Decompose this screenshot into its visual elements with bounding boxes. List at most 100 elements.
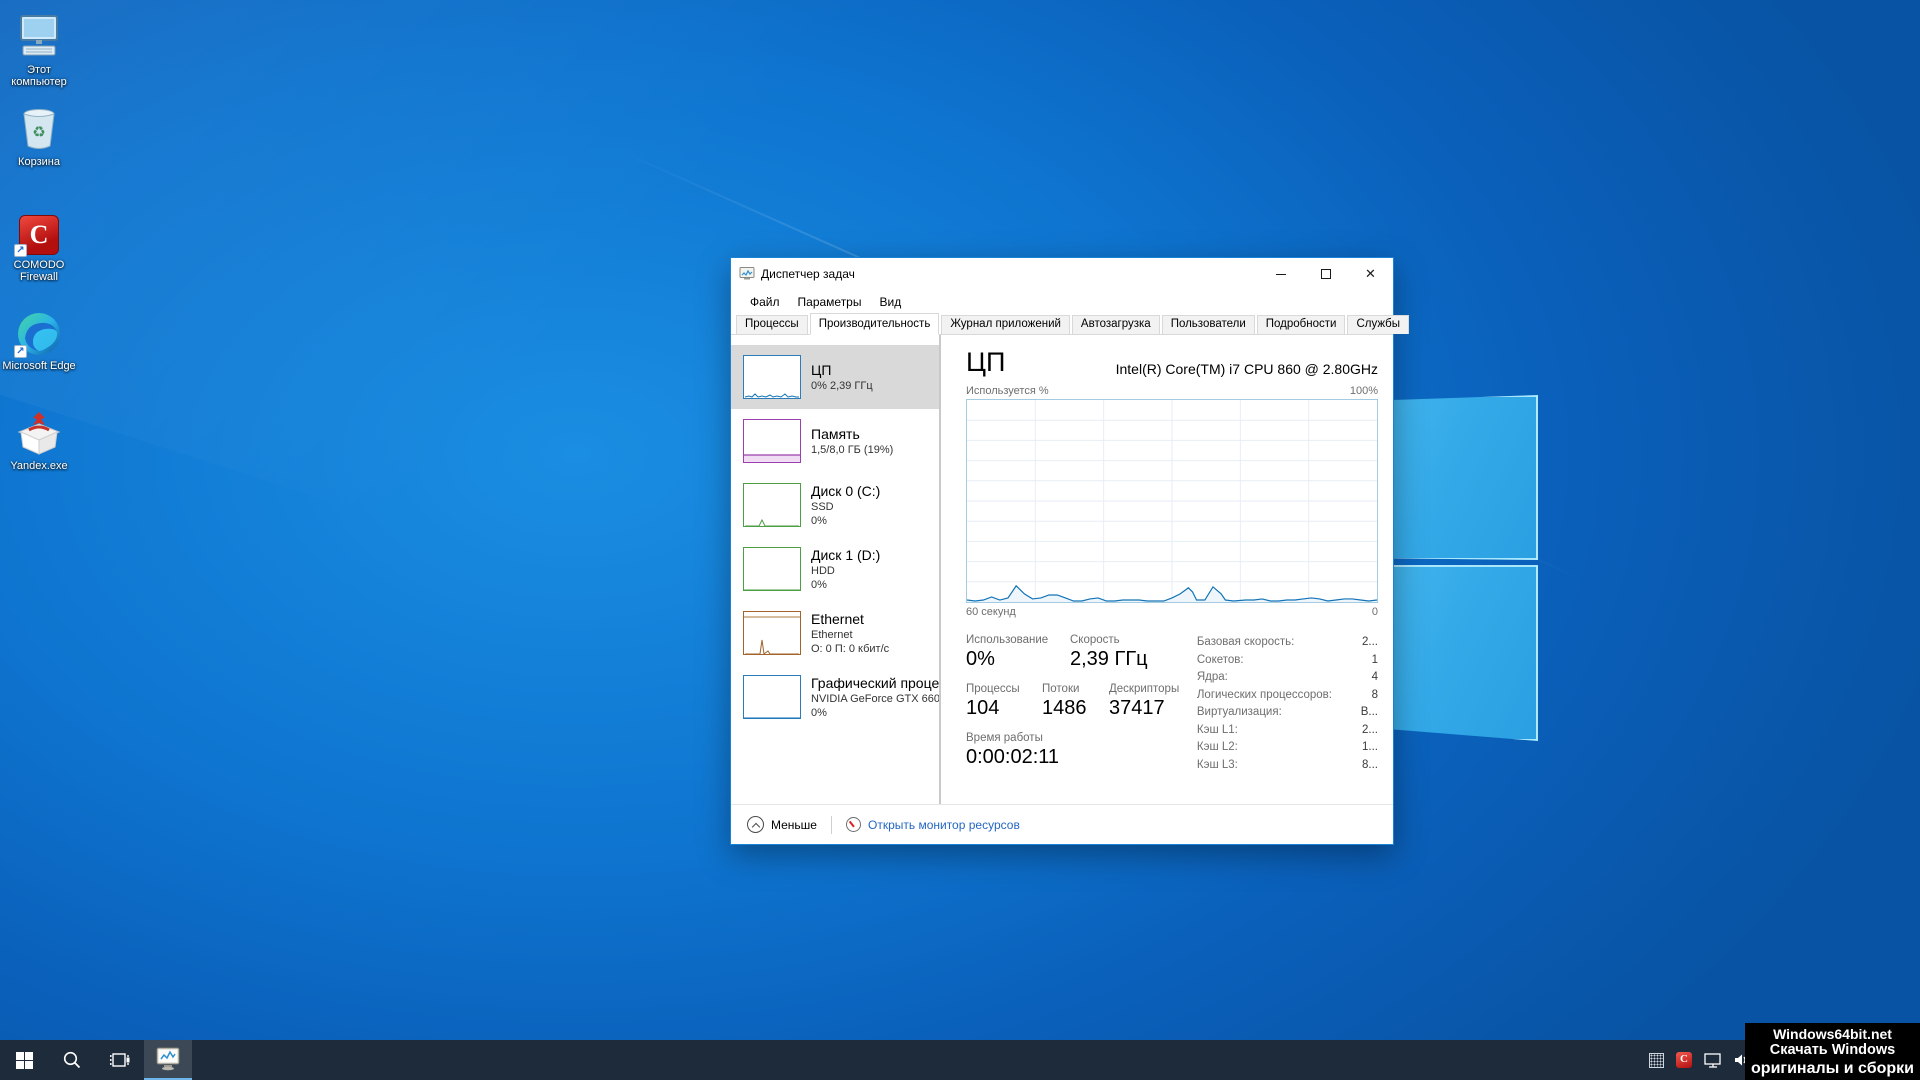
stat-value: 8: [1372, 687, 1378, 705]
tab-processes[interactable]: Процессы: [736, 315, 808, 334]
menu-file[interactable]: Файл: [741, 292, 789, 312]
menu-bar: Файл Параметры Вид: [731, 290, 1393, 313]
footer-bar: Меньше Открыть монитор ресурсов: [731, 804, 1393, 844]
task-view-button[interactable]: [96, 1040, 144, 1080]
title-bar[interactable]: Диспетчер задач ✕: [731, 258, 1393, 290]
performance-sidebar: ЦП 0% 2,39 ГГц Память 1,5/8,0 ГБ (19%): [731, 335, 941, 804]
tab-app-history[interactable]: Журнал приложений: [941, 315, 1070, 334]
tab-performance[interactable]: Производительность: [810, 313, 940, 335]
ethernet-mini-graph: [743, 611, 801, 655]
stat-value-usage: 0%: [966, 648, 1070, 671]
stat-label: Использование: [966, 634, 1070, 646]
task-manager-window: Диспетчер задач ✕ Файл Параметры Вид Про…: [730, 257, 1394, 845]
desktop-icon-label: Корзина: [0, 156, 78, 168]
tab-users[interactable]: Пользователи: [1162, 315, 1255, 334]
cpu-model-name: Intel(R) Core(TM) i7 CPU 860 @ 2.80GHz: [1116, 361, 1378, 377]
desktop-icon-label: Microsoft Edge: [0, 360, 78, 372]
memory-mini-graph: [743, 419, 801, 463]
start-button[interactable]: [0, 1040, 48, 1080]
menu-view[interactable]: Вид: [870, 292, 910, 312]
stat-value-processes: 104: [966, 697, 1042, 720]
svg-text:♻: ♻: [32, 124, 45, 141]
edge-icon: ↗: [0, 308, 78, 356]
taskbar-app-task-manager[interactable]: [144, 1040, 192, 1080]
task-view-icon: [110, 1052, 130, 1068]
desktop-icon-label: COMODO Firewall: [0, 259, 78, 283]
desktop-icon-this-pc[interactable]: Этот компьютер: [0, 12, 78, 88]
stat-label: Кэш L2:: [1197, 739, 1238, 757]
stat-value: 4: [1372, 669, 1378, 687]
graph-y-label: Используется %: [966, 385, 1049, 397]
stat-label: Сокетов:: [1197, 652, 1244, 670]
stat-label: Кэш L3:: [1197, 757, 1238, 775]
close-button[interactable]: ✕: [1348, 258, 1393, 290]
footer-divider: [831, 816, 832, 834]
sidebar-item-cpu[interactable]: ЦП 0% 2,39 ГГц: [731, 345, 941, 409]
stat-label: Процессы: [966, 683, 1042, 695]
desktop-icon-comodo[interactable]: C ↗ COMODO Firewall: [0, 207, 78, 283]
cpu-detail-panel: ЦП Intel(R) Core(TM) i7 CPU 860 @ 2.80GH…: [941, 335, 1393, 804]
sidebar-item-disk1[interactable]: Диск 1 (D:) HDD 0%: [731, 537, 941, 601]
menu-options[interactable]: Параметры: [789, 292, 871, 312]
stat-label: Логических процессоров:: [1197, 687, 1332, 705]
cpu-mini-graph: [743, 355, 801, 399]
tab-startup[interactable]: Автозагрузка: [1072, 315, 1160, 334]
sidebar-item-disk0[interactable]: Диск 0 (C:) SSD 0%: [731, 473, 941, 537]
stat-value-handles: 37417: [1109, 697, 1179, 720]
fewer-details-button[interactable]: Меньше: [741, 812, 823, 837]
stat-label: Ядра:: [1197, 669, 1228, 687]
search-button[interactable]: [48, 1040, 96, 1080]
stat-value: 1: [1372, 652, 1378, 670]
cpu-stats-secondary: Базовая скорость: 2... Сокетов: 1 Ядра: 4 Л…: [1197, 634, 1378, 781]
recycle-bin-icon: ♻: [0, 104, 78, 152]
gauge-icon: [846, 817, 861, 832]
desktop-icon-label: Этот компьютер: [0, 64, 78, 88]
system-tray: C: [1649, 1040, 1748, 1080]
watermark-overlay: Windows64bit.net Скачать Windows оригина…: [1745, 1023, 1920, 1080]
stat-value: 8...: [1362, 757, 1378, 775]
sidebar-item-ethernet[interactable]: Ethernet Ethernet О: 0 П: 0 кбит/с: [731, 601, 941, 665]
task-manager-taskbar-icon: [155, 1047, 181, 1071]
stat-label: Кэш L1:: [1197, 722, 1238, 740]
maximize-button[interactable]: [1303, 258, 1348, 290]
stat-label: Виртуализация:: [1197, 704, 1282, 722]
tab-services[interactable]: Службы: [1347, 315, 1409, 334]
desktop-icon-label: Yandex.exe: [0, 460, 78, 472]
graph-y-max: 100%: [1350, 385, 1378, 397]
stat-value: 2...: [1362, 722, 1378, 740]
stat-label: Базовая скорость:: [1197, 634, 1294, 652]
tab-details[interactable]: Подробности: [1257, 315, 1346, 334]
tab-bar: Процессы Производительность Журнал прило…: [731, 313, 1393, 335]
stat-value-uptime: 0:00:02:11: [966, 746, 1059, 769]
yandex-installer-icon: [0, 408, 78, 456]
tray-comodo-icon[interactable]: C: [1676, 1052, 1692, 1068]
taskbar: C: [0, 1040, 1920, 1080]
stat-label: Время работы: [966, 732, 1059, 744]
sidebar-item-memory[interactable]: Память 1,5/8,0 ГБ (19%): [731, 409, 941, 473]
window-controls: ✕: [1258, 258, 1393, 290]
disk0-mini-graph: [743, 483, 801, 527]
desktop: Этот компьютер ♻ Корзина C ↗ COMODO Fire…: [0, 0, 1920, 1080]
network-icon[interactable]: [1704, 1053, 1722, 1068]
panel-title: ЦП: [966, 347, 1005, 377]
stat-value-speed: 2,39 ГГц: [1070, 648, 1148, 671]
desktop-icon-recycle-bin[interactable]: ♻ Корзина: [0, 104, 78, 168]
stat-label: Скорость: [1070, 634, 1148, 646]
stat-value: 1...: [1362, 739, 1378, 757]
minimize-button[interactable]: [1258, 258, 1303, 290]
sidebar-item-gpu[interactable]: Графический процессор NVIDIA GeForce GTX…: [731, 665, 941, 729]
disk1-mini-graph: [743, 547, 801, 591]
desktop-icon-edge[interactable]: ↗ Microsoft Edge: [0, 308, 78, 372]
comodo-icon: C ↗: [0, 207, 78, 255]
stat-label: Дескрипторы: [1109, 683, 1179, 695]
stat-value-threads: 1486: [1042, 697, 1109, 720]
gpu-mini-graph: [743, 675, 801, 719]
desktop-icon-yandex[interactable]: Yandex.exe: [0, 408, 78, 472]
touch-keyboard-icon[interactable]: [1649, 1053, 1664, 1068]
open-resource-monitor-link[interactable]: Открыть монитор ресурсов: [840, 813, 1026, 836]
task-manager-icon: [739, 267, 755, 281]
cpu-usage-graph: [966, 399, 1378, 603]
graph-x-right: 0: [1372, 606, 1378, 618]
cpu-stats-primary: Использование 0% Скорость 2,39 ГГц Проце…: [966, 634, 1197, 781]
search-icon: [63, 1051, 81, 1069]
